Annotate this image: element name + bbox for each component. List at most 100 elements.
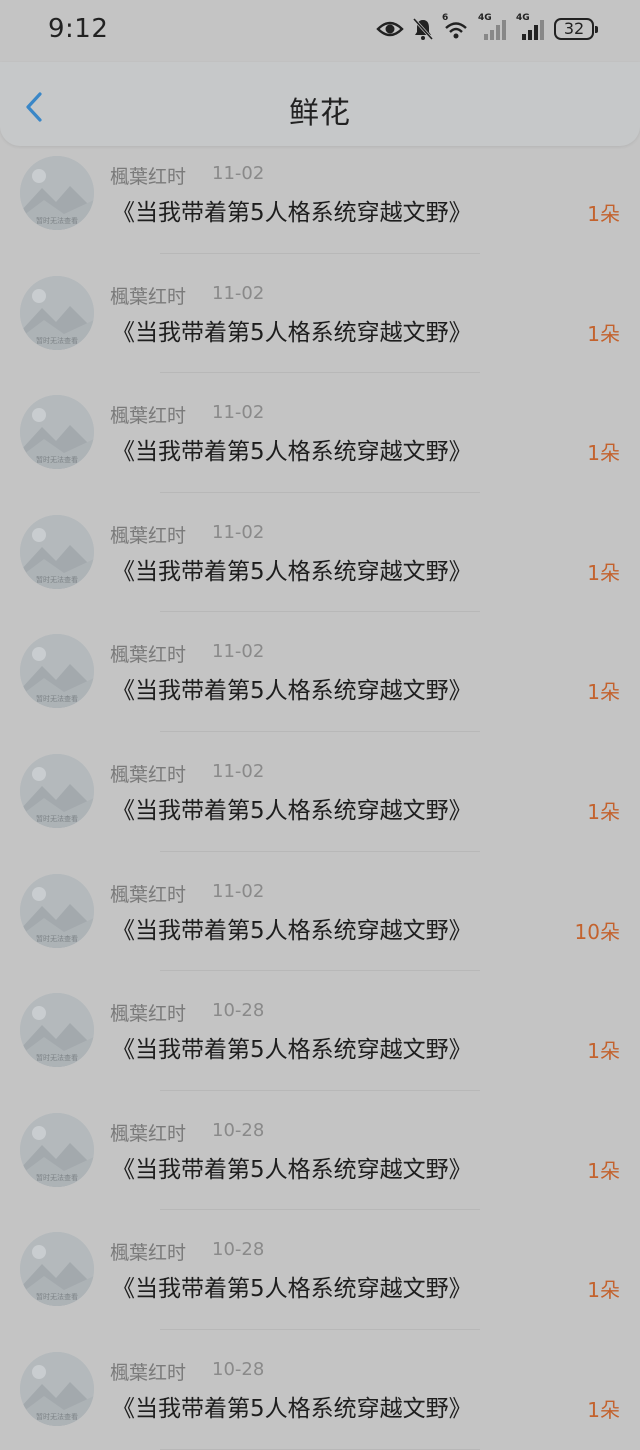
record-date: 11-02 (212, 282, 265, 304)
sender-name: 楓葉红时 (110, 883, 187, 906)
avatar[interactable]: 暂时无法查看 (20, 1232, 94, 1307)
flower-amount: 1朵 (587, 1039, 620, 1064)
sender-name: 楓葉红时 (110, 285, 187, 308)
avatar-placeholder-text: 暂时无法查看 (36, 694, 78, 703)
avatar[interactable]: 暂时无法查看 (20, 395, 94, 470)
sender-name: 楓葉红时 (110, 1361, 187, 1384)
avatar[interactable]: 暂时无法查看 (20, 753, 94, 828)
image-placeholder-icon: 暂时无法查看 (20, 156, 94, 230)
flower-amount: 1朵 (587, 1278, 620, 1303)
status-bar: 9:12 6 4G 4G 32 (0, 0, 640, 62)
record-date: 11-02 (212, 521, 265, 543)
record-date: 10-28 (212, 1119, 265, 1141)
image-placeholder-icon: 暂时无法查看 (20, 753, 94, 828)
book-title[interactable]: 《当我带着第5人格系统穿越文野》 (112, 791, 472, 825)
book-title[interactable]: 《当我带着第5人格系统穿越文野》 (112, 1269, 472, 1303)
record-date: 11-02 (212, 880, 265, 902)
book-title[interactable]: 《当我带着第5人格系统穿越文野》 (112, 1150, 472, 1184)
avatar-placeholder-text: 暂时无法查看 (36, 216, 78, 225)
avatar[interactable]: 暂时无法查看 (20, 514, 94, 589)
list-item[interactable]: 暂时无法查看 楓葉红时 11-02 《当我带着第5人格系统穿越文野》 1朵 (0, 493, 640, 613)
battery-indicator: 32 (554, 18, 598, 40)
image-placeholder-icon: 暂时无法查看 (20, 1112, 94, 1187)
image-placeholder-icon: 暂时无法查看 (20, 395, 94, 470)
avatar-placeholder-text: 暂时无法查看 (36, 455, 78, 464)
avatar-placeholder-text: 暂时无法查看 (36, 1053, 78, 1062)
status-time: 9:12 (48, 14, 109, 44)
book-title[interactable]: 《当我带着第5人格系统穿越文野》 (112, 911, 472, 945)
flower-amount: 1朵 (587, 680, 620, 705)
book-title[interactable]: 《当我带着第5人格系统穿越文野》 (112, 671, 472, 705)
wifi-indicator: 6 (442, 13, 470, 42)
flower-amount: 1朵 (587, 560, 620, 585)
record-date: 11-02 (212, 641, 265, 663)
signal-2: 4G (516, 13, 546, 42)
list-item[interactable]: 暂时无法查看 楓葉红时 10-28 《当我带着第5人格系统穿越文野》 1朵 (0, 971, 640, 1091)
image-placeholder-icon: 暂时无法查看 (20, 275, 94, 350)
avatar-placeholder-text: 暂时无法查看 (36, 1412, 78, 1421)
book-title[interactable]: 《当我带着第5人格系统穿越文野》 (112, 313, 472, 347)
avatar-placeholder-text: 暂时无法查看 (36, 1173, 78, 1182)
list-item[interactable]: 暂时无法查看 楓葉红时 10-28 《当我带着第5人格系统穿越文野》 1朵 (0, 1330, 640, 1450)
sender-name: 楓葉红时 (110, 405, 187, 428)
record-date: 11-02 (212, 163, 265, 184)
avatar-placeholder-text: 暂时无法查看 (36, 575, 78, 584)
image-placeholder-icon: 暂时无法查看 (20, 514, 94, 589)
avatar[interactable]: 暂时无法查看 (20, 993, 94, 1068)
book-title[interactable]: 《当我带着第5人格系统穿越文野》 (112, 1030, 472, 1064)
sender-name: 楓葉红时 (110, 166, 187, 188)
status-icons: 6 4G 4G 32 (376, 13, 598, 42)
flower-record-list: 暂时无法查看 楓葉红时 11-02 《当我带着第5人格系统穿越文野》 1朵 暂时… (0, 134, 640, 1450)
book-title[interactable]: 《当我带着第5人格系统穿越文野》 (112, 432, 472, 466)
list-item[interactable]: 暂时无法查看 楓葉红时 11-02 《当我带着第5人格系统穿越文野》 1朵 (0, 732, 640, 852)
list-item[interactable]: 暂时无法查看 楓葉红时 11-02 《当我带着第5人格系统穿越文野》 1朵 (0, 373, 640, 493)
list-item[interactable]: 暂时无法查看 楓葉红时 11-02 《当我带着第5人格系统穿越文野》 1朵 (0, 254, 640, 374)
sender-name: 楓葉红时 (110, 524, 187, 547)
image-placeholder-icon: 暂时无法查看 (20, 1232, 94, 1307)
avatar-placeholder-text: 暂时无法查看 (36, 1292, 78, 1301)
list-item[interactable]: 暂时无法查看 楓葉红时 11-02 《当我带着第5人格系统穿越文野》 10朵 (0, 852, 640, 972)
record-date: 10-28 (212, 1358, 265, 1380)
wifi-label: 6 (442, 13, 449, 23)
avatar[interactable]: 暂时无法查看 (20, 156, 94, 230)
image-placeholder-icon: 暂时无法查看 (20, 873, 94, 948)
list-item[interactable]: 暂时无法查看 楓葉红时 10-28 《当我带着第5人格系统穿越文野》 1朵 (0, 1210, 640, 1330)
record-date: 10-28 (212, 1000, 265, 1022)
record-date: 10-28 (212, 1239, 265, 1261)
avatar-placeholder-text: 暂时无法查看 (36, 814, 78, 823)
sender-name: 楓葉红时 (110, 1242, 187, 1265)
list-item[interactable]: 暂时无法查看 楓葉红时 11-02 《当我带着第5人格系统穿越文野》 1朵 (0, 612, 640, 732)
sender-name: 楓葉红时 (110, 1003, 187, 1026)
signal-1-label: 4G (478, 13, 492, 23)
list-item[interactable]: 暂时无法查看 楓葉红时 10-28 《当我带着第5人格系统穿越文野》 1朵 (0, 1091, 640, 1211)
avatar[interactable]: 暂时无法查看 (20, 1112, 94, 1187)
divider (160, 1448, 480, 1450)
avatar[interactable]: 暂时无法查看 (20, 873, 94, 948)
bell-muted-icon (412, 17, 434, 41)
page-title: 鲜花 (289, 96, 351, 131)
book-title[interactable]: 《当我带着第5人格系统穿越文野》 (112, 1389, 472, 1423)
sender-name: 楓葉红时 (110, 763, 187, 786)
avatar-placeholder-text: 暂时无法查看 (36, 934, 78, 943)
signal-2-label: 4G (516, 13, 530, 23)
image-placeholder-icon: 暂时无法查看 (20, 1351, 94, 1426)
list-item[interactable]: 暂时无法查看 楓葉红时 11-02 《当我带着第5人格系统穿越文野》 1朵 (0, 134, 640, 254)
avatar[interactable]: 暂时无法查看 (20, 275, 94, 350)
record-date: 11-02 (212, 760, 265, 782)
avatar[interactable]: 暂时无法查看 (20, 634, 94, 709)
image-placeholder-icon: 暂时无法查看 (20, 634, 94, 709)
flower-amount: 1朵 (587, 1158, 620, 1183)
book-title[interactable]: 《当我带着第5人格系统穿越文野》 (112, 193, 472, 227)
flower-amount: 1朵 (587, 321, 620, 346)
flower-amount: 10朵 (574, 919, 620, 944)
book-title[interactable]: 《当我带着第5人格系统穿越文野》 (112, 552, 472, 586)
avatar[interactable]: 暂时无法查看 (20, 1351, 94, 1426)
sender-name: 楓葉红时 (110, 644, 187, 667)
signal-1: 4G (478, 13, 508, 42)
flower-amount: 1朵 (587, 799, 620, 824)
flower-amount: 1朵 (587, 441, 620, 466)
avatar-placeholder-text: 暂时无法查看 (36, 336, 78, 345)
eye-icon (376, 21, 404, 37)
flower-amount: 1朵 (587, 202, 620, 226)
image-placeholder-icon: 暂时无法查看 (20, 993, 94, 1068)
